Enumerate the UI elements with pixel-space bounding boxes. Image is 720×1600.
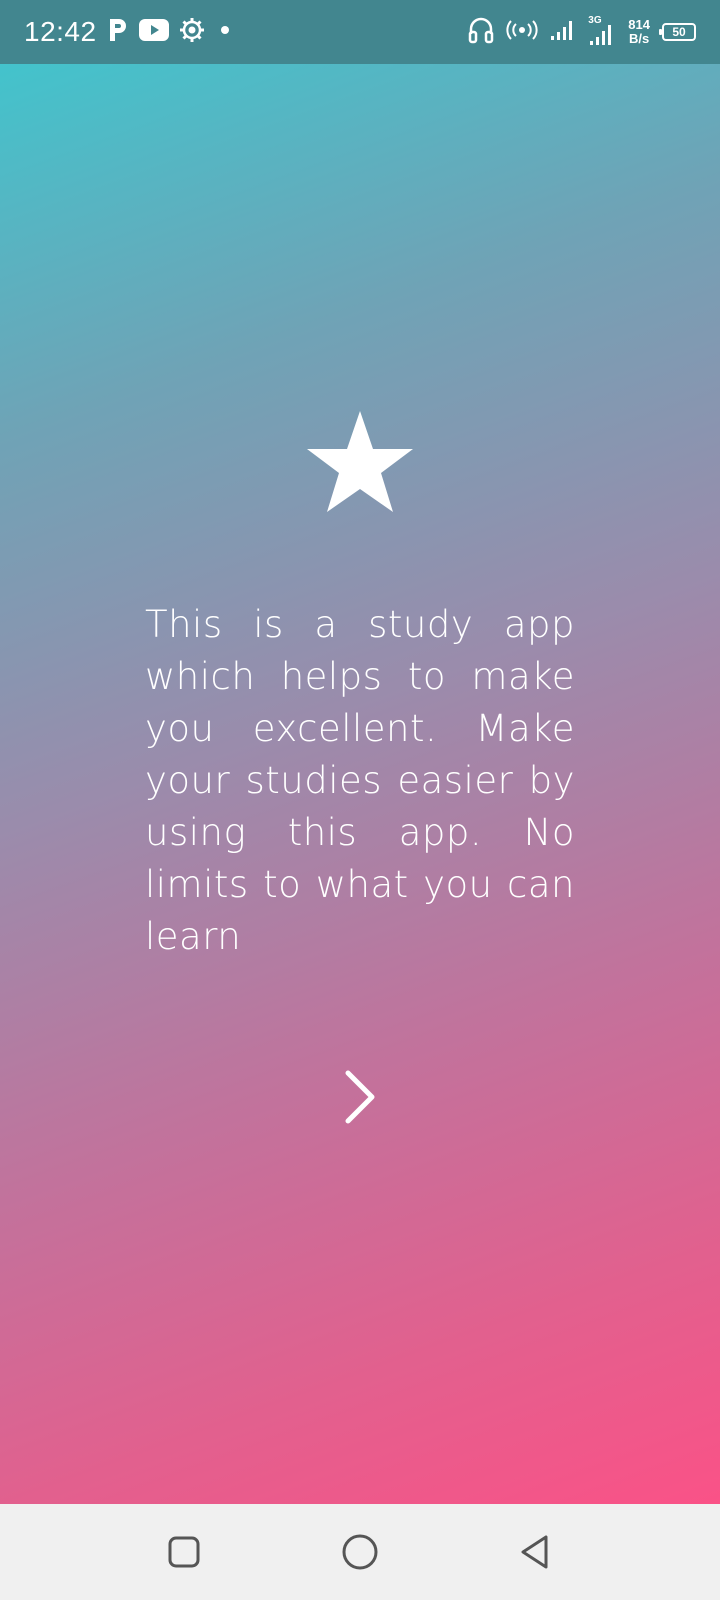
network-speed-unit: B/s [629,31,650,46]
parking-icon [107,17,129,47]
status-bar: 12:42 3G 814 B/s 50 [0,0,720,64]
headphones-icon [468,16,494,48]
back-button[interactable] [506,1522,566,1582]
battery-icon: 50 [659,23,696,41]
settings-gear-icon [179,17,205,47]
status-right: 3G 814 B/s 50 [468,0,696,64]
network-speed: 814 B/s [628,18,650,46]
intro-description: This is a study app which helps to make … [145,603,575,958]
home-button[interactable] [330,1522,390,1582]
system-nav-bar [0,1504,720,1600]
onboarding-screen: This is a study app which helps to make … [0,64,720,1504]
youtube-icon [138,19,169,45]
hotspot-icon [506,19,538,45]
network-speed-value: 814 [628,17,650,32]
back-icon [521,1535,548,1569]
status-time: 12:42 [24,16,97,47]
dot-icon [215,20,235,44]
star-icon [306,409,414,517]
chevron-right-icon [340,1067,380,1131]
home-icon [342,1534,378,1570]
signal-icon [550,19,576,45]
next-button[interactable] [330,1064,390,1134]
status-left: 12:42 [24,0,235,64]
battery-level: 50 [672,25,686,39]
signal-3g-icon: 3G [588,15,616,47]
recents-button[interactable] [154,1522,214,1582]
recents-icon [168,1536,200,1568]
